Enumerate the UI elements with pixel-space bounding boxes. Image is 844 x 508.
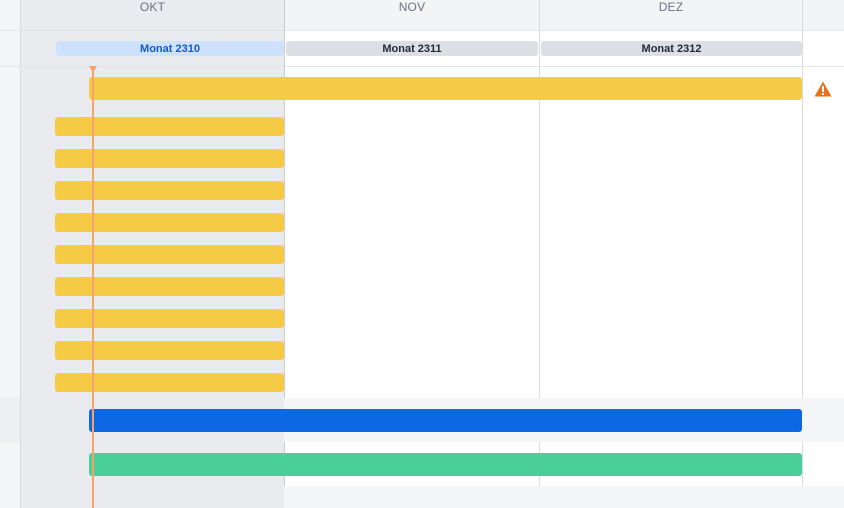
- warning-icon[interactable]: [814, 81, 832, 97]
- timeline-bar-child[interactable]: [55, 213, 284, 232]
- month-label-dez: DEZ: [658, 0, 684, 14]
- timeline-bar-child[interactable]: [55, 149, 284, 168]
- month-label-okt: OKT: [139, 0, 166, 14]
- today-line: [92, 70, 94, 508]
- sprint-divider: [0, 66, 844, 67]
- gutter-stripe-1: [0, 398, 20, 442]
- timeline-bar-child[interactable]: [55, 373, 284, 392]
- timeline-bar-child[interactable]: [55, 309, 284, 328]
- timeline-bar-blue[interactable]: [89, 409, 802, 432]
- timeline-bar-child[interactable]: [55, 181, 284, 200]
- timeline-bar-green[interactable]: [89, 453, 802, 476]
- timeline-bar-parent[interactable]: [89, 77, 802, 100]
- group-row-stripe-2: [284, 486, 844, 508]
- sprint-pill-2311[interactable]: Monat 2311: [286, 41, 538, 56]
- timeline-bar-child[interactable]: [55, 277, 284, 296]
- timeline-bar-child[interactable]: [55, 245, 284, 264]
- sprint-pill-2310[interactable]: Monat 2310: [56, 41, 284, 56]
- timeline-bar-child[interactable]: [55, 341, 284, 360]
- sprint-pill-2312[interactable]: Monat 2312: [541, 41, 802, 56]
- today-marker-icon: [89, 66, 97, 73]
- month-label-nov: NOV: [398, 0, 426, 14]
- timeline-bar-child[interactable]: [55, 117, 284, 136]
